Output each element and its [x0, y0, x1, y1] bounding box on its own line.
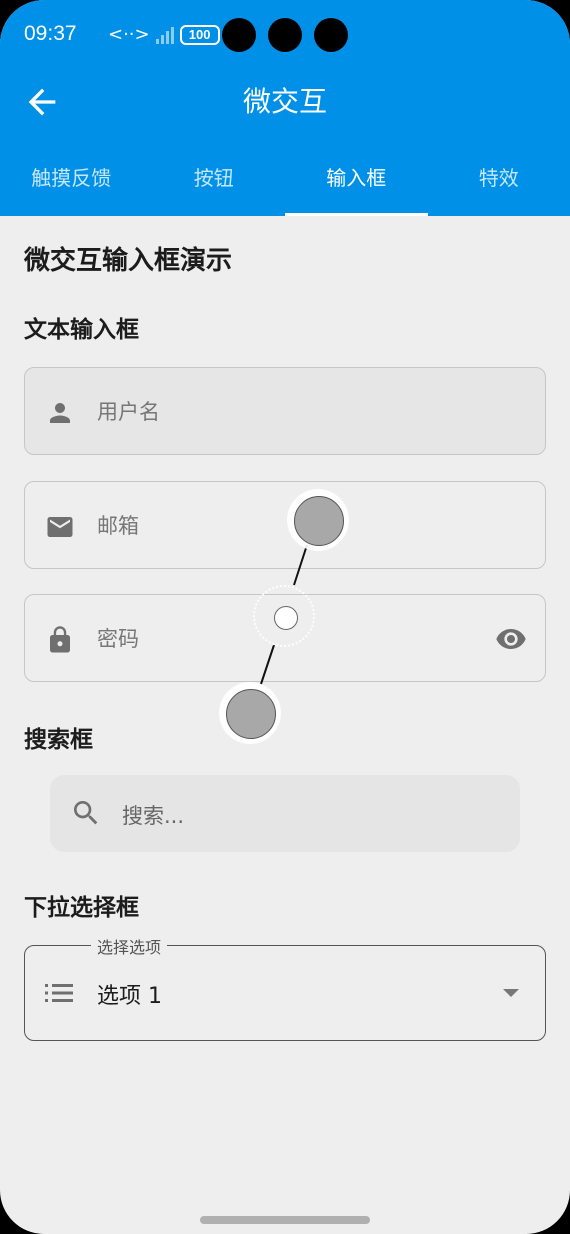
- lock-icon: [50, 626, 70, 653]
- email-field[interactable]: 邮箱: [24, 481, 546, 569]
- tab-effects[interactable]: 特效: [428, 148, 570, 216]
- search-placeholder: 搜索...: [122, 804, 185, 828]
- camera-cutouts: [222, 18, 348, 52]
- tab-bar: 触摸反馈 按钮 输入框 特效: [0, 148, 570, 216]
- username-placeholder: 用户名: [97, 400, 160, 424]
- dropdown-label: 选择选项: [91, 934, 168, 958]
- password-placeholder: 密码: [97, 627, 139, 651]
- person-icon: [50, 403, 70, 423]
- username-field[interactable]: 用户名: [24, 367, 546, 455]
- mail-icon: [47, 517, 73, 537]
- content-heading: 微交互输入框演示: [24, 246, 233, 276]
- tab-touch-feedback[interactable]: 触摸反馈: [0, 148, 143, 216]
- tab-input-fields[interactable]: 输入框: [285, 148, 428, 216]
- home-indicator[interactable]: [200, 1216, 370, 1224]
- search-input[interactable]: 搜索...: [50, 775, 520, 852]
- caret-down-icon: [503, 989, 519, 997]
- section-title-text-inputs: 文本输入框: [24, 317, 139, 343]
- camera-lens: [314, 18, 348, 52]
- touch-point-start: [287, 489, 349, 551]
- touch-point-mid: [253, 585, 315, 647]
- page-title: 微交互: [242, 85, 327, 118]
- status-bar: 09:37 <··> 100: [0, 0, 570, 70]
- dropdown-value: 选项 1: [97, 984, 162, 1009]
- camera-lens: [222, 18, 256, 52]
- dropdown-select[interactable]: 选择选项 选项 1: [24, 934, 546, 1041]
- section-title-dropdown: 下拉选择框: [24, 895, 139, 921]
- battery-icon: 100: [179, 24, 220, 45]
- signal-bars-icon: [155, 26, 174, 44]
- email-placeholder: 邮箱: [97, 514, 139, 538]
- data-transfer-icon: <··>: [108, 24, 150, 45]
- app-bar: 09:37 <··> 100 微交互 触摸反馈 按钮 输入框 特效: [0, 0, 570, 216]
- list-icon: [45, 984, 73, 1002]
- tab-buttons[interactable]: 按钮: [143, 148, 286, 216]
- camera-lens: [268, 18, 302, 52]
- eye-icon[interactable]: [493, 623, 529, 655]
- phone-screen: 09:37 <··> 100 微交互 触摸反馈 按钮 输入框 特效 微交互输入框…: [0, 0, 570, 1234]
- status-icons: <··> 100: [108, 24, 220, 45]
- section-title-search: 搜索框: [24, 727, 93, 753]
- search-icon: [74, 801, 98, 825]
- status-time: 09:37: [24, 22, 77, 45]
- touch-point-end: [219, 682, 281, 744]
